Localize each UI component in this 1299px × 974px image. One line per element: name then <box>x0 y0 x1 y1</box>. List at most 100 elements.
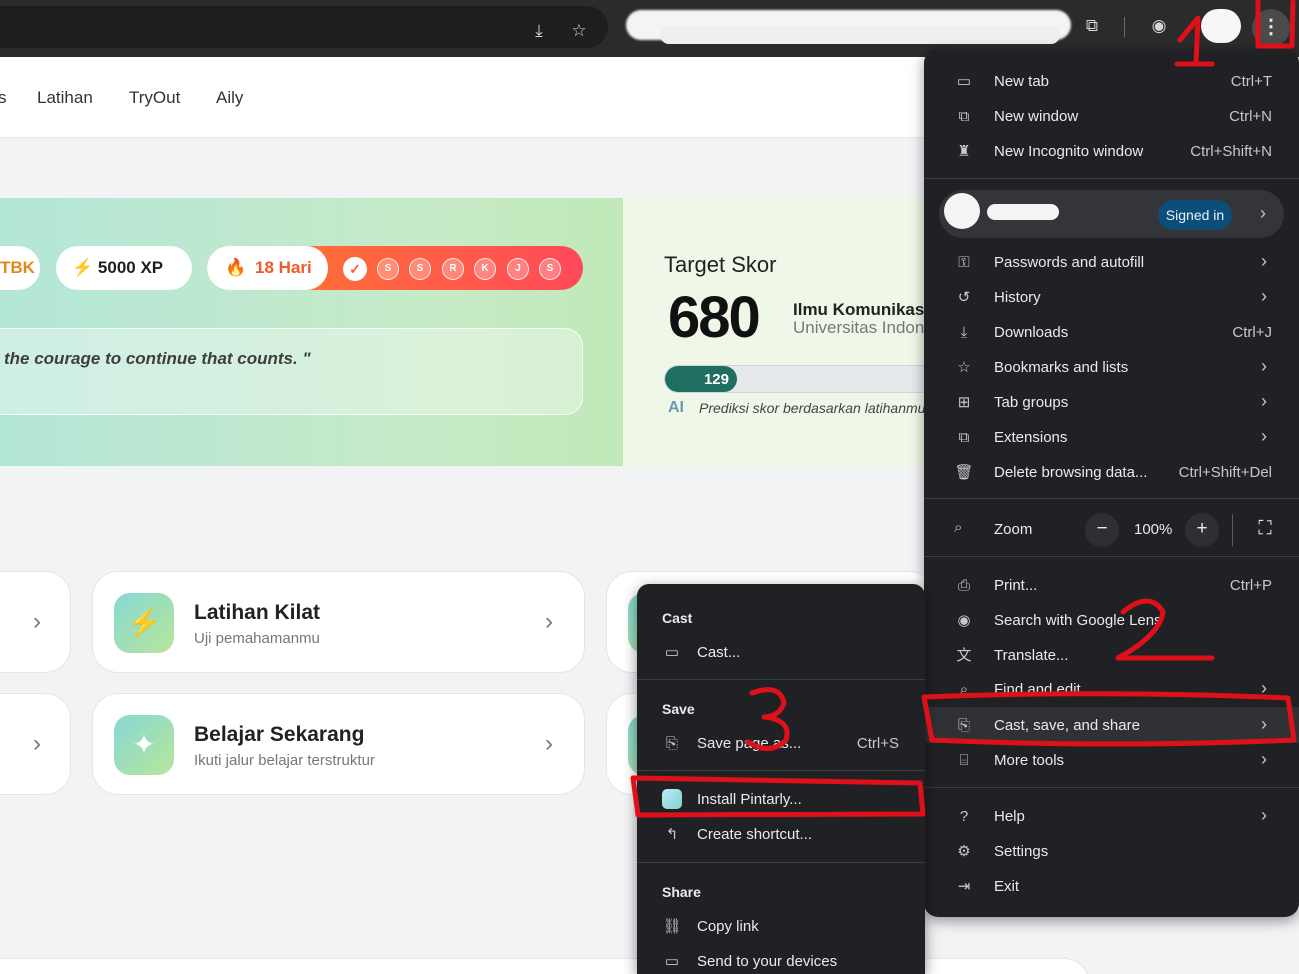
zoom-divider <box>1232 514 1233 546</box>
card-partial[interactable]: › <box>0 571 71 673</box>
card-latihan-kilat[interactable]: ⚡ Latihan Kilat Uji pemahamanmu › <box>92 571 585 673</box>
chevron-right-icon: › <box>1261 749 1267 769</box>
menu-shortcut: Ctrl+N <box>1229 108 1272 125</box>
score-progress-bar: 129 <box>664 365 954 393</box>
menu-label: New Incognito window <box>994 143 1144 160</box>
nav-item-partial[interactable]: s <box>0 88 7 108</box>
target-university: Universitas Indonesia <box>793 318 928 337</box>
menu-label: Bookmarks and lists <box>994 359 1129 376</box>
address-bar[interactable]: ⤓ ☆ <box>0 6 608 48</box>
submenu-item-cast[interactable]: ▭ Cast... <box>637 635 925 670</box>
kebab-menu-icon[interactable]: ⋮ <box>1252 9 1290 47</box>
menu-item-settings[interactable]: ⚙ Settings <box>924 834 1299 869</box>
menu-shortcut: Ctrl+Shift+N <box>1190 143 1272 160</box>
menu-item-history[interactable]: ↺ History › <box>924 280 1299 315</box>
submenu-item-create-shortcut[interactable]: ↰ Create shortcut... <box>637 817 925 852</box>
quote-text: the courage to continue that counts. " <box>4 349 311 368</box>
menu-label: Downloads <box>994 324 1069 341</box>
bolt-icon: ⚡ <box>114 593 174 653</box>
submenu-item-install-pintarly[interactable]: Install Pintarly... <box>637 782 925 817</box>
new-window-icon: ⧉ <box>958 108 970 125</box>
menu-label: Translate... <box>994 647 1069 664</box>
history-icon: ↺ <box>957 289 971 306</box>
menu-item-new-incognito[interactable]: ♜ New Incognito window Ctrl+Shift+N <box>924 134 1299 169</box>
menu-item-find-edit[interactable]: ⌕ Find and edit › <box>924 672 1299 707</box>
menu-item-print[interactable]: ⎙ Print... Ctrl+P <box>924 568 1299 603</box>
menu-item-new-window[interactable]: ⧉ New window Ctrl+N <box>924 99 1299 134</box>
chevron-right-icon: › <box>1261 356 1267 376</box>
bottom-card <box>0 958 1090 974</box>
submenu-item-copy-link[interactable]: ⛓ Copy link <box>637 909 925 944</box>
menu-label: New window <box>994 108 1079 125</box>
menu-item-translate[interactable]: 文 Translate... <box>924 638 1299 673</box>
menu-label: More tools <box>994 752 1065 769</box>
menu-item-passwords[interactable]: ⚿ Passwords and autofill › <box>924 245 1299 280</box>
submenu-item-send-devices[interactable]: ▭ Send to your devices <box>637 944 925 974</box>
submenu-label: Cast... <box>697 644 741 661</box>
menu-item-tab-groups[interactable]: ⊞ Tab groups › <box>924 385 1299 420</box>
incognito-icon: ♜ <box>957 143 971 160</box>
submenu-divider <box>637 862 925 863</box>
signed-in-badge: Signed in <box>1158 200 1232 230</box>
menu-label: Passwords and autofill <box>994 254 1145 271</box>
zoom-row: ⌕ Zoom − 100% + ⛶ <box>924 510 1299 548</box>
zoom-in-button[interactable]: + <box>1185 513 1219 547</box>
menu-item-new-tab[interactable]: ▭ New tab Ctrl+T <box>924 64 1299 99</box>
zoom-icon: ⌕ <box>954 519 963 536</box>
score-progress-fill: 129 <box>665 366 737 392</box>
nav-item-tryout[interactable]: TryOut <box>129 88 180 108</box>
profile-avatar[interactable] <box>1201 9 1241 43</box>
star-icon[interactable]: ☆ <box>568 20 590 42</box>
extensions-icon: ⧉ <box>958 429 970 446</box>
lens-icon[interactable]: ◉ <box>1147 14 1171 38</box>
submenu-label: Copy link <box>697 918 759 935</box>
xp-badge: ⚡ 5000 XP <box>56 246 192 290</box>
day-dot: K <box>474 258 496 280</box>
submenu-label: Save page as... <box>697 735 802 752</box>
profile-avatar <box>944 193 980 229</box>
menu-item-lens[interactable]: ◉ Search with Google Lens <box>924 603 1299 638</box>
zoom-label: Zoom <box>994 521 1033 538</box>
extensions-icon[interactable]: ⧉ <box>1080 14 1104 38</box>
fullscreen-icon[interactable]: ⛶ <box>1248 513 1282 547</box>
streak-bar: 🔥 18 Hari ✓ S S R K J S <box>207 246 583 290</box>
menu-item-extensions[interactable]: ⧉ Extensions › <box>924 420 1299 455</box>
cast-save-share-icon: ⎘ <box>957 717 970 734</box>
nav-item-aily[interactable]: Aily <box>216 88 243 108</box>
submenu-shortcut: Ctrl+S <box>856 735 899 752</box>
menu-item-more-tools[interactable]: ⌸ More tools › <box>924 743 1299 778</box>
menu-item-help[interactable]: ? Help › <box>924 799 1299 834</box>
menu-divider <box>924 787 1299 788</box>
day-dot: S <box>539 258 561 280</box>
profile-row[interactable]: Signed in › <box>939 190 1284 238</box>
nav-item-latihan[interactable]: Latihan <box>37 88 93 108</box>
menu-label: History <box>994 289 1041 306</box>
zoom-out-button[interactable]: − <box>1085 513 1119 547</box>
menu-item-delete-data[interactable]: 🗑 Delete browsing data... Ctrl+Shift+Del <box>924 455 1299 490</box>
menu-item-exit[interactable]: ⇥ Exit <box>924 869 1299 904</box>
submenu-label: Install Pintarly... <box>697 791 802 808</box>
day-dot: J <box>507 258 529 280</box>
install-app-icon[interactable]: ⤓ <box>528 20 550 42</box>
find-icon: ⌕ <box>959 681 969 698</box>
menu-label: Help <box>994 808 1025 825</box>
exam-badge-label: TBK <box>0 258 35 277</box>
menu-shortcut: Ctrl+Shift+Del <box>1178 464 1272 481</box>
card-belajar-sekarang[interactable]: ✦ Belajar Sekarang Ikuti jalur belajar t… <box>92 693 585 795</box>
chevron-right-icon: › <box>1261 251 1267 271</box>
menu-item-cast-save-share[interactable]: ⎘ Cast, save, and share › <box>924 708 1299 743</box>
menu-label: Print... <box>994 577 1038 594</box>
translate-icon: 文 <box>956 647 972 664</box>
submenu-divider <box>637 770 925 771</box>
menu-item-downloads[interactable]: ⤓ Downloads Ctrl+J <box>924 315 1299 350</box>
submenu-item-save-page[interactable]: ⎘ Save page as... Ctrl+S <box>637 726 925 761</box>
chevron-right-icon: › <box>33 730 41 757</box>
menu-divider <box>924 178 1299 179</box>
target-title: Target Skor <box>664 252 777 277</box>
submenu-label: Create shortcut... <box>697 826 813 843</box>
submenu-header-cast: Cast <box>662 610 693 626</box>
flame-icon: 🔥 <box>225 258 247 277</box>
menu-item-bookmarks[interactable]: ☆ Bookmarks and lists › <box>924 350 1299 385</box>
ai-note: Prediksi skor berdasarkan latihanmu <box>699 400 926 416</box>
card-partial[interactable]: › <box>0 693 71 795</box>
